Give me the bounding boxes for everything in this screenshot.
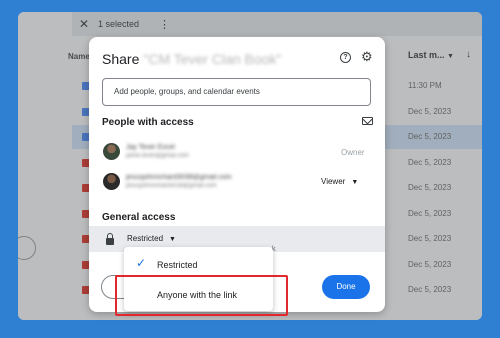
check-icon: ✓ (136, 256, 147, 270)
person-email: jamie.tever@gmail.com (126, 153, 189, 159)
caret-down-icon: ▼ (169, 236, 176, 243)
people-with-access-heading: People with access (102, 117, 194, 128)
role-dropdown-label: Viewer (321, 177, 346, 186)
dialog-title-label: Share (102, 51, 140, 67)
lock-icon (106, 233, 114, 245)
menu-item-label: Anyone with the link (157, 290, 238, 300)
help-icon[interactable]: ? (340, 52, 351, 63)
avatar (103, 143, 120, 160)
file-name: "CM Tever Clan Book" (143, 51, 282, 67)
general-access-menu: ✓ Restricted Anyone with the link (124, 247, 273, 311)
person-email: jesusjohnrichard3038@gmail.com (126, 183, 217, 189)
caret-down-icon: ▼ (351, 179, 359, 186)
gear-icon[interactable]: ⚙ (361, 50, 373, 64)
add-people-input[interactable]: Add people, groups, and calendar events (102, 78, 371, 106)
role-dropdown[interactable]: Viewer ▼ (321, 177, 358, 186)
person-name: jesusjohnrichard3038@gmail.com (126, 174, 232, 181)
done-button[interactable]: Done (322, 275, 370, 299)
menu-item-restricted[interactable]: ✓ Restricted (124, 252, 273, 280)
avatar (103, 173, 120, 190)
general-access-heading: General access (102, 212, 176, 223)
dialog-title: Share "CM Tever Clan Book" (102, 51, 281, 67)
mail-icon[interactable] (362, 117, 373, 125)
menu-item-label: Restricted (157, 260, 198, 270)
general-access-dropdown[interactable]: Restricted ▼ (127, 234, 176, 243)
person-name: Jay Tever Excel (126, 144, 175, 151)
menu-item-anyone-with-link[interactable]: Anyone with the link (124, 282, 273, 310)
general-access-value: Restricted (127, 234, 164, 243)
owner-role-label: Owner (341, 148, 365, 157)
